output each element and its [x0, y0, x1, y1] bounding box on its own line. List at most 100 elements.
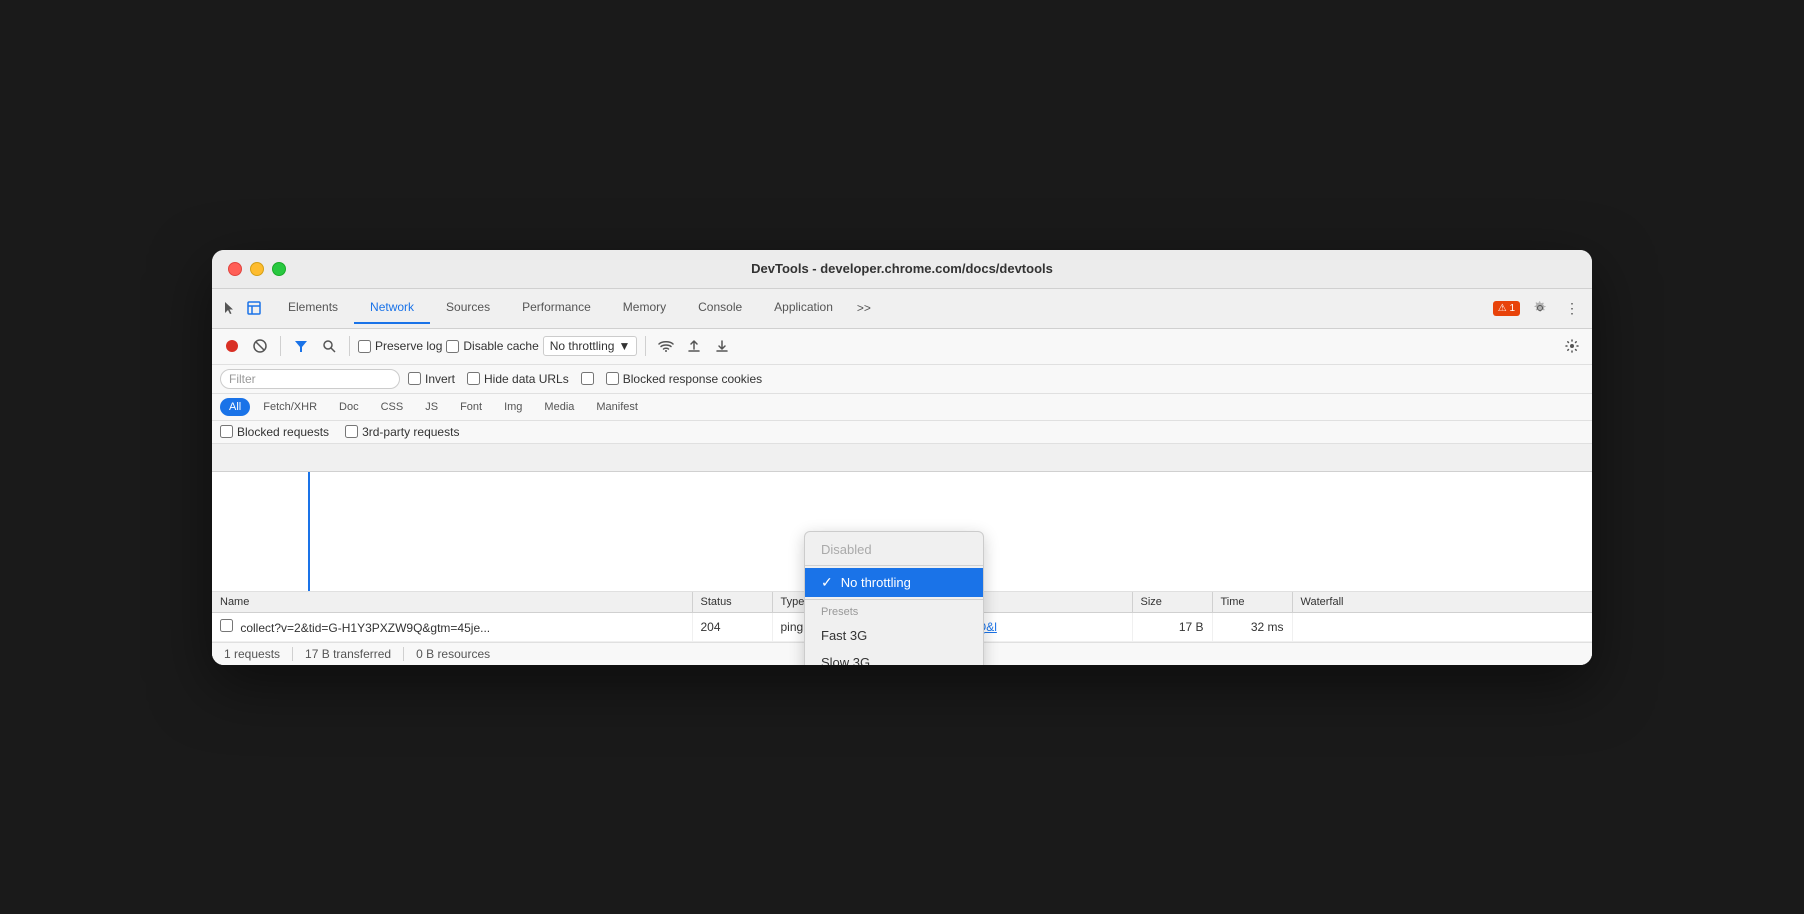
res-type-js[interactable]: JS — [416, 398, 447, 416]
col-header-name[interactable]: Name — [212, 592, 692, 613]
blocked-requests-label: Blocked requests — [237, 425, 329, 439]
res-type-img[interactable]: Img — [495, 398, 531, 416]
tab-elements[interactable]: Elements — [272, 292, 354, 324]
preserve-log-label: Preserve log — [375, 339, 442, 353]
cell-name: collect?v=2&tid=G-H1Y3PXZW9Q&gtm=45je... — [212, 612, 692, 641]
tab-sources[interactable]: Sources — [430, 292, 506, 324]
tab-performance[interactable]: Performance — [506, 292, 607, 324]
throttle-dropdown: Disabled ✓ No throttling Presets Fast 3G… — [804, 531, 984, 665]
dropdown-divider-2 — [805, 599, 983, 600]
network-settings-icon[interactable] — [1560, 334, 1584, 358]
filter-bar: Invert Hide data URLs Blocked response c… — [212, 365, 1592, 394]
notification-count: 1 — [1509, 303, 1515, 314]
minimize-button[interactable] — [250, 262, 264, 276]
row-name: collect?v=2&tid=G-H1Y3PXZW9Q&gtm=45je... — [240, 621, 490, 635]
status-resources: 0 B resources — [404, 647, 502, 661]
status-transferred: 17 B transferred — [293, 647, 404, 661]
dropdown-divider-1 — [805, 565, 983, 566]
throttle-dropdown-icon: ▼ — [618, 339, 630, 353]
tab-icons — [220, 298, 264, 318]
res-type-font[interactable]: Font — [451, 398, 491, 416]
disable-cache-input[interactable] — [446, 340, 459, 353]
third-party-checkbox[interactable]: 3rd-party requests — [345, 425, 459, 439]
cell-waterfall — [1292, 612, 1592, 641]
inspect-icon[interactable] — [244, 298, 264, 318]
fast-3g-label: Fast 3G — [821, 628, 867, 643]
cursor-icon[interactable] — [220, 298, 240, 318]
toolbar-divider-3 — [645, 336, 646, 356]
checkmark-icon: ✓ — [821, 574, 833, 591]
cell-status: 204 — [692, 612, 772, 641]
hide-data-urls-input[interactable] — [467, 372, 480, 385]
wifi-icon[interactable] — [654, 334, 678, 358]
res-type-manifest[interactable]: Manifest — [587, 398, 647, 416]
extra-filter-row: Blocked requests 3rd-party requests — [212, 421, 1592, 444]
blocked-requests-checkbox[interactable]: Blocked requests — [220, 425, 329, 439]
has-blocked-cookies-checkbox[interactable] — [581, 372, 594, 385]
res-type-media[interactable]: Media — [535, 398, 583, 416]
slow-3g-label: Slow 3G — [821, 655, 870, 665]
preserve-log-checkbox[interactable]: Preserve log — [358, 339, 442, 353]
clear-button[interactable] — [248, 334, 272, 358]
dropdown-fast-3g[interactable]: Fast 3G — [805, 622, 983, 649]
title-bar: DevTools - developer.chrome.com/docs/dev… — [212, 250, 1592, 289]
filter-icon[interactable] — [289, 334, 313, 358]
devtools-body: Elements Network Sources Performance Mem… — [212, 289, 1592, 665]
more-options-icon[interactable]: ⋮ — [1560, 296, 1584, 320]
invert-label: Invert — [425, 372, 455, 386]
blocked-response-input[interactable] — [606, 372, 619, 385]
waterfall-position-line — [308, 472, 310, 591]
dropdown-slow-3g[interactable]: Slow 3G — [805, 649, 983, 665]
col-header-size[interactable]: Size — [1132, 592, 1212, 613]
tab-memory[interactable]: Memory — [607, 292, 682, 324]
res-type-doc[interactable]: Doc — [330, 398, 368, 416]
preserve-log-input[interactable] — [358, 340, 371, 353]
tab-console[interactable]: Console — [682, 292, 758, 324]
record-stop-button[interactable] — [220, 334, 244, 358]
upload-icon[interactable] — [682, 334, 706, 358]
hide-data-urls-label: Hide data URLs — [484, 372, 569, 386]
presets-label: Presets — [805, 602, 983, 622]
hide-data-urls-checkbox[interactable]: Hide data URLs — [467, 372, 569, 386]
download-icon[interactable] — [710, 334, 734, 358]
dropdown-no-throttling-label: No throttling — [841, 575, 911, 590]
dropdown-disabled-label: Disabled — [821, 542, 872, 557]
throttle-select[interactable]: No throttling ▼ — [543, 336, 638, 356]
dropdown-no-throttling[interactable]: ✓ No throttling — [805, 568, 983, 597]
disable-cache-checkbox[interactable]: Disable cache — [446, 339, 538, 353]
notification-icon: ⚠ — [1498, 303, 1507, 314]
notification-badge[interactable]: ⚠ 1 — [1493, 301, 1520, 316]
maximize-button[interactable] — [272, 262, 286, 276]
col-header-waterfall[interactable]: Waterfall — [1292, 592, 1592, 613]
row-checkbox[interactable] — [220, 619, 233, 632]
network-toolbar: Preserve log Disable cache No throttling… — [212, 329, 1592, 365]
res-type-css[interactable]: CSS — [372, 398, 413, 416]
tab-network[interactable]: Network — [354, 292, 430, 324]
dropdown-disabled: Disabled — [805, 536, 983, 563]
search-icon[interactable] — [317, 334, 341, 358]
blocked-response-checkbox[interactable]: Blocked response cookies — [606, 372, 762, 386]
invert-input[interactable] — [408, 372, 421, 385]
settings-icon[interactable] — [1528, 296, 1552, 320]
cell-time: 32 ms — [1212, 612, 1292, 641]
has-blocked-cookies-input[interactable] — [581, 372, 594, 385]
timeline-header: 10 ms 20 ms 30 ms 40 ms 50 ms 80 ms 90 m… — [212, 444, 1592, 472]
status-requests: 1 requests — [224, 647, 293, 661]
devtools-content: Preserve log Disable cache No throttling… — [212, 329, 1592, 665]
more-tabs-button[interactable]: >> — [849, 293, 879, 323]
col-header-status[interactable]: Status — [692, 592, 772, 613]
toolbar-divider-2 — [349, 336, 350, 356]
third-party-input[interactable] — [345, 425, 358, 438]
devtools-window: DevTools - developer.chrome.com/docs/dev… — [212, 250, 1592, 665]
col-header-time[interactable]: Time — [1212, 592, 1292, 613]
filter-input[interactable] — [229, 372, 389, 386]
disable-cache-label: Disable cache — [463, 339, 538, 353]
blocked-requests-input[interactable] — [220, 425, 233, 438]
tab-application[interactable]: Application — [758, 292, 849, 324]
invert-checkbox[interactable]: Invert — [408, 372, 455, 386]
res-type-all[interactable]: All — [220, 398, 250, 416]
filter-checkboxes: Invert Hide data URLs Blocked response c… — [408, 372, 762, 386]
tab-right-actions: ⚠ 1 ⋮ — [1493, 296, 1584, 320]
res-type-fetch-xhr[interactable]: Fetch/XHR — [254, 398, 326, 416]
close-button[interactable] — [228, 262, 242, 276]
